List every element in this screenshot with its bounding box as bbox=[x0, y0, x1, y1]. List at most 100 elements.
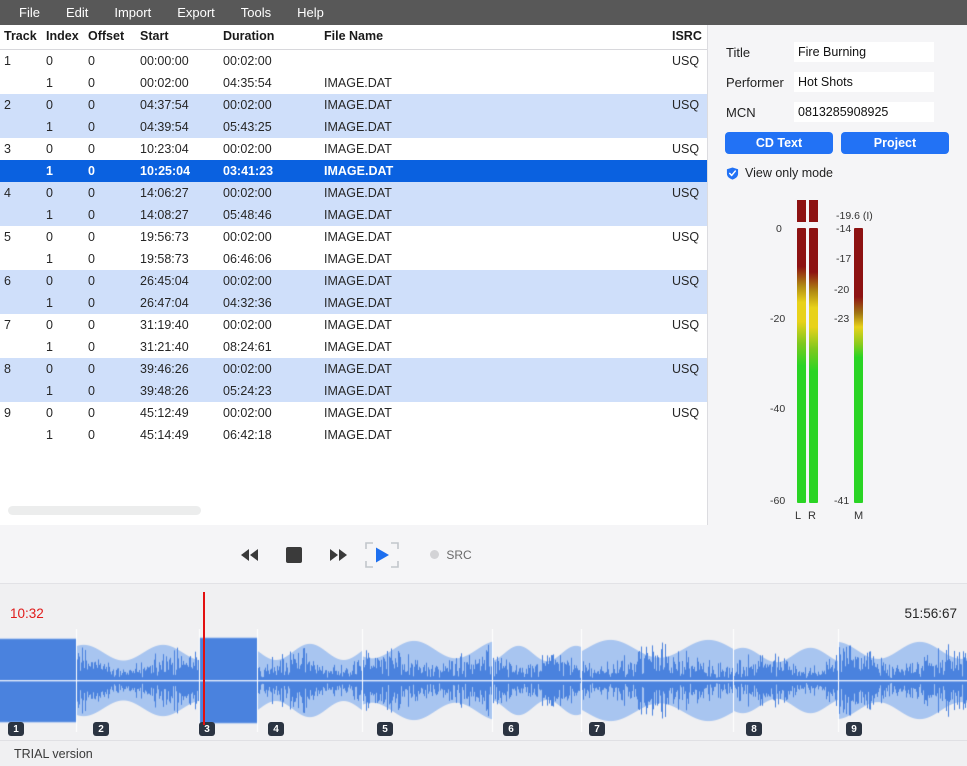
cell-offset: 0 bbox=[88, 270, 140, 292]
table-row[interactable]: 8 0 0 39:46:26 00:02:00 IMAGE.DAT USQ bbox=[0, 358, 707, 380]
cell-isrc bbox=[672, 248, 707, 270]
meter-channel-left: L bbox=[795, 510, 802, 522]
cell-offset: 0 bbox=[88, 380, 140, 402]
menu-item-help[interactable]: Help bbox=[284, 2, 337, 23]
cell-track bbox=[0, 160, 46, 182]
track-marker[interactable]: 5 bbox=[377, 722, 393, 736]
table-row[interactable]: 1 0 14:08:27 05:48:46 IMAGE.DAT bbox=[0, 204, 707, 226]
menu-item-export[interactable]: Export bbox=[164, 2, 228, 23]
table-row[interactable]: 1 0 45:14:49 06:42:18 IMAGE.DAT bbox=[0, 424, 707, 446]
track-marker[interactable]: 6 bbox=[503, 722, 519, 736]
loudness-scale-23: -23 bbox=[834, 313, 850, 325]
cell-start: 31:21:40 bbox=[140, 340, 189, 354]
track-list-panel[interactable]: Track Index Offset Start Duration File N… bbox=[0, 25, 708, 525]
meter-scale-60: -60 bbox=[770, 495, 786, 507]
cell-start: 04:37:54 bbox=[140, 94, 223, 116]
table-row[interactable]: 1 0 26:47:04 04:32:36 IMAGE.DAT bbox=[0, 292, 707, 314]
menu-item-import[interactable]: Import bbox=[101, 2, 164, 23]
table-row[interactable]: 5 0 0 19:56:73 00:02:00 IMAGE.DAT USQ bbox=[0, 226, 707, 248]
table-row[interactable]: 1 0 39:48:26 05:24:23 IMAGE.DAT bbox=[0, 380, 707, 402]
track-marker[interactable]: 1 bbox=[8, 722, 24, 736]
meter-scale-40: -40 bbox=[770, 403, 786, 415]
cell-index: 0 bbox=[46, 142, 53, 156]
cell-index: 0 bbox=[46, 270, 88, 292]
cell-index: 1 bbox=[46, 292, 88, 314]
col-header-track[interactable]: Track bbox=[0, 25, 46, 50]
cell-duration: 00:02:00 bbox=[223, 406, 272, 420]
cell-filename: IMAGE.DAT bbox=[324, 142, 392, 156]
title-label: Title bbox=[726, 44, 751, 60]
project-button[interactable]: Project bbox=[841, 132, 949, 154]
loudness-scale-41: -41 bbox=[834, 495, 850, 507]
cell-track: 8 bbox=[0, 358, 46, 380]
view-only-mode-row[interactable]: View only mode bbox=[708, 166, 967, 180]
track-marker[interactable]: 3 bbox=[199, 722, 215, 736]
table-row[interactable]: 1 0 31:21:40 08:24:61 IMAGE.DAT bbox=[0, 336, 707, 358]
col-header-isrc[interactable]: ISRC bbox=[672, 25, 707, 50]
menu-item-file[interactable]: File bbox=[6, 2, 53, 23]
cell-isrc bbox=[672, 160, 707, 182]
status-bar: TRIAL version bbox=[0, 740, 967, 766]
cell-index: 1 bbox=[46, 340, 53, 354]
title-row: Title bbox=[708, 37, 967, 67]
table-row[interactable]: 2 0 0 04:37:54 00:02:00 IMAGE.DAT USQ bbox=[0, 94, 707, 116]
play-button[interactable] bbox=[365, 541, 400, 568]
cell-duration: 00:02:00 bbox=[223, 318, 272, 332]
cell-track bbox=[0, 72, 46, 94]
performer-input[interactable] bbox=[794, 72, 934, 92]
src-indicator[interactable]: SRC bbox=[430, 548, 472, 562]
table-row[interactable]: 1 0 00:02:00 04:35:54 IMAGE.DAT bbox=[0, 72, 707, 94]
table-row[interactable]: 1 0 10:25:04 03:41:23 IMAGE.DAT bbox=[0, 160, 707, 182]
cell-index: 0 bbox=[46, 54, 53, 68]
col-header-offset[interactable]: Offset bbox=[88, 25, 140, 50]
mcn-input[interactable] bbox=[794, 102, 934, 122]
cell-offset: 0 bbox=[88, 428, 95, 442]
track-marker[interactable]: 8 bbox=[746, 722, 762, 736]
track-marker[interactable]: 9 bbox=[846, 722, 862, 736]
cell-isrc bbox=[672, 204, 707, 226]
cell-offset: 0 bbox=[88, 54, 95, 68]
cell-isrc: USQ bbox=[672, 406, 700, 420]
waveform-display[interactable] bbox=[0, 629, 967, 732]
track-marker[interactable]: 2 bbox=[93, 722, 109, 736]
cell-isrc bbox=[672, 116, 707, 138]
table-row[interactable]: 9 0 0 45:12:49 00:02:00 IMAGE.DAT USQ bbox=[0, 402, 707, 424]
menu-item-edit[interactable]: Edit bbox=[53, 2, 101, 23]
track-marker[interactable]: 4 bbox=[268, 722, 284, 736]
cell-start: 14:06:27 bbox=[140, 182, 223, 204]
table-row[interactable]: 1 0 0 00:00:00 00:02:00 USQ bbox=[0, 50, 707, 73]
previous-track-button[interactable] bbox=[236, 543, 264, 567]
col-header-index[interactable]: Index bbox=[46, 25, 88, 50]
cell-offset: 0 bbox=[88, 182, 140, 204]
table-row[interactable]: 4 0 0 14:06:27 00:02:00 IMAGE.DAT USQ bbox=[0, 182, 707, 204]
checkbox-checked-icon[interactable] bbox=[726, 167, 739, 180]
title-input[interactable] bbox=[794, 42, 934, 62]
track-table-body: 1 0 0 00:00:00 00:02:00 USQ 1 0 00:02:00 04:35:54… bbox=[0, 50, 707, 447]
waveform-panel[interactable]: 1 2 3 4 5 6 7 8 9 bbox=[0, 583, 967, 740]
cell-index: 0 bbox=[46, 230, 53, 244]
col-header-duration[interactable]: Duration bbox=[223, 25, 324, 50]
col-header-filename[interactable]: File Name bbox=[324, 25, 672, 50]
loudness-scale-20: -20 bbox=[834, 284, 850, 296]
table-row[interactable]: 6 0 0 26:45:04 00:02:00 IMAGE.DAT USQ bbox=[0, 270, 707, 292]
cell-start: 19:58:73 bbox=[140, 252, 189, 266]
menu-item-tools[interactable]: Tools bbox=[228, 2, 284, 23]
stop-button[interactable] bbox=[280, 543, 308, 567]
playhead-cursor[interactable] bbox=[203, 592, 205, 725]
table-row[interactable]: 1 0 04:39:54 05:43:25 IMAGE.DAT bbox=[0, 116, 707, 138]
cell-offset: 0 bbox=[88, 340, 95, 354]
cell-start: 10:25:04 bbox=[140, 160, 223, 182]
cd-text-button[interactable]: CD Text bbox=[725, 132, 833, 154]
table-row[interactable]: 3 0 0 10:23:04 00:02:00 IMAGE.DAT USQ bbox=[0, 138, 707, 160]
mcn-row: MCN bbox=[708, 97, 967, 127]
cell-track: 9 bbox=[4, 406, 11, 420]
table-horizontal-scrollbar[interactable] bbox=[8, 506, 698, 515]
track-marker[interactable]: 7 bbox=[589, 722, 605, 736]
loudness-scale-17: -17 bbox=[836, 253, 852, 265]
scrollbar-thumb[interactable] bbox=[8, 506, 201, 515]
cell-track bbox=[0, 424, 46, 446]
next-track-button[interactable] bbox=[324, 543, 352, 567]
col-header-start[interactable]: Start bbox=[140, 25, 223, 50]
table-row[interactable]: 7 0 0 31:19:40 00:02:00 IMAGE.DAT USQ bbox=[0, 314, 707, 336]
table-row[interactable]: 1 0 19:58:73 06:46:06 IMAGE.DAT bbox=[0, 248, 707, 270]
